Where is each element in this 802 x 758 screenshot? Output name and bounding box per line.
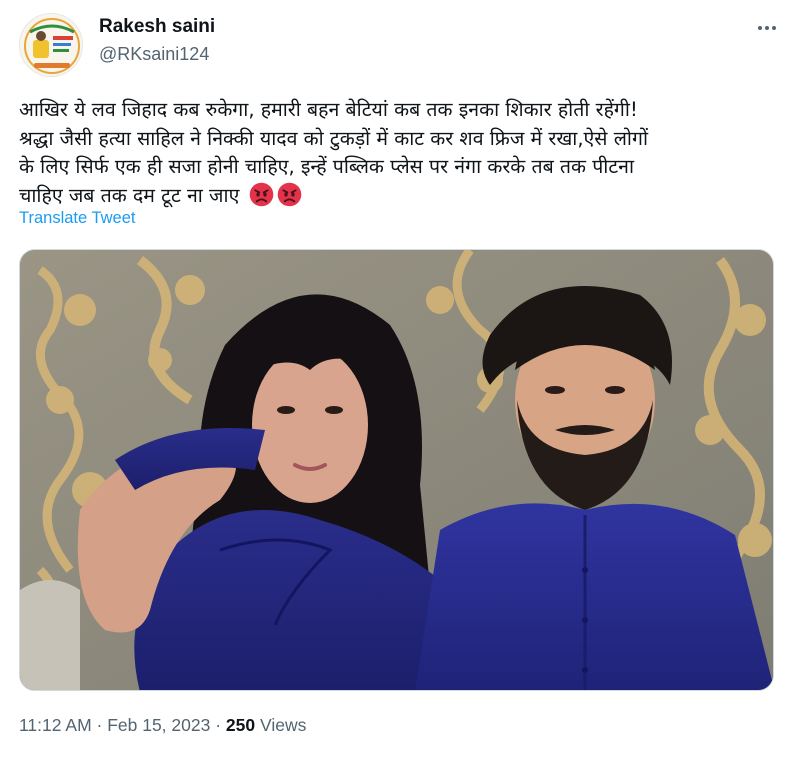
tweet-meta: 11:12 AM · Feb 15, 2023 · 250 Views — [19, 715, 306, 736]
tweet-text-line: के लिए सिर्फ एक ही सजा होनी चाहिए, इन्हे… — [19, 155, 635, 178]
tweet-card: Rakesh saini @RKsaini124 आखिर ये लव जिहा… — [0, 0, 802, 758]
tweet-date[interactable]: Feb 15, 2023 — [107, 715, 210, 735]
tweet-media-photo[interactable] — [19, 249, 774, 691]
angry-face-icon — [249, 182, 273, 206]
photo-image — [20, 250, 773, 690]
translate-tweet-link[interactable]: Translate Tweet — [19, 209, 135, 228]
tweet-text-line: आखिर ये लव जिहाद कब रुकेगा, हमारी बहन बे… — [19, 98, 638, 121]
avatar-image — [20, 14, 82, 76]
author-display-name[interactable]: Rakesh saini — [99, 16, 215, 38]
avatar[interactable] — [19, 13, 83, 77]
tweet-text-line-last: चाहिए जब तक दम टूट ना जाए — [19, 182, 791, 211]
meta-separator: · — [210, 715, 226, 735]
tweet-text: आखिर ये लव जिहाद कब रुकेगा, हमारी बहन बे… — [19, 96, 791, 210]
views-label: Views — [255, 715, 307, 735]
tweet-text-line: चाहिए जब तक दम टूट ना जाए — [19, 183, 240, 207]
tweet-time[interactable]: 11:12 AM — [19, 715, 92, 735]
meta-separator: · — [91, 715, 108, 735]
author-handle[interactable]: @RKsaini124 — [99, 44, 209, 65]
views-count[interactable]: 250 — [226, 715, 255, 735]
angry-face-icon — [277, 182, 301, 206]
tweet-text-line: श्रद्धा जैसी हत्या साहिल ने निक्की यादव … — [19, 126, 648, 150]
more-options-icon[interactable] — [754, 18, 780, 38]
